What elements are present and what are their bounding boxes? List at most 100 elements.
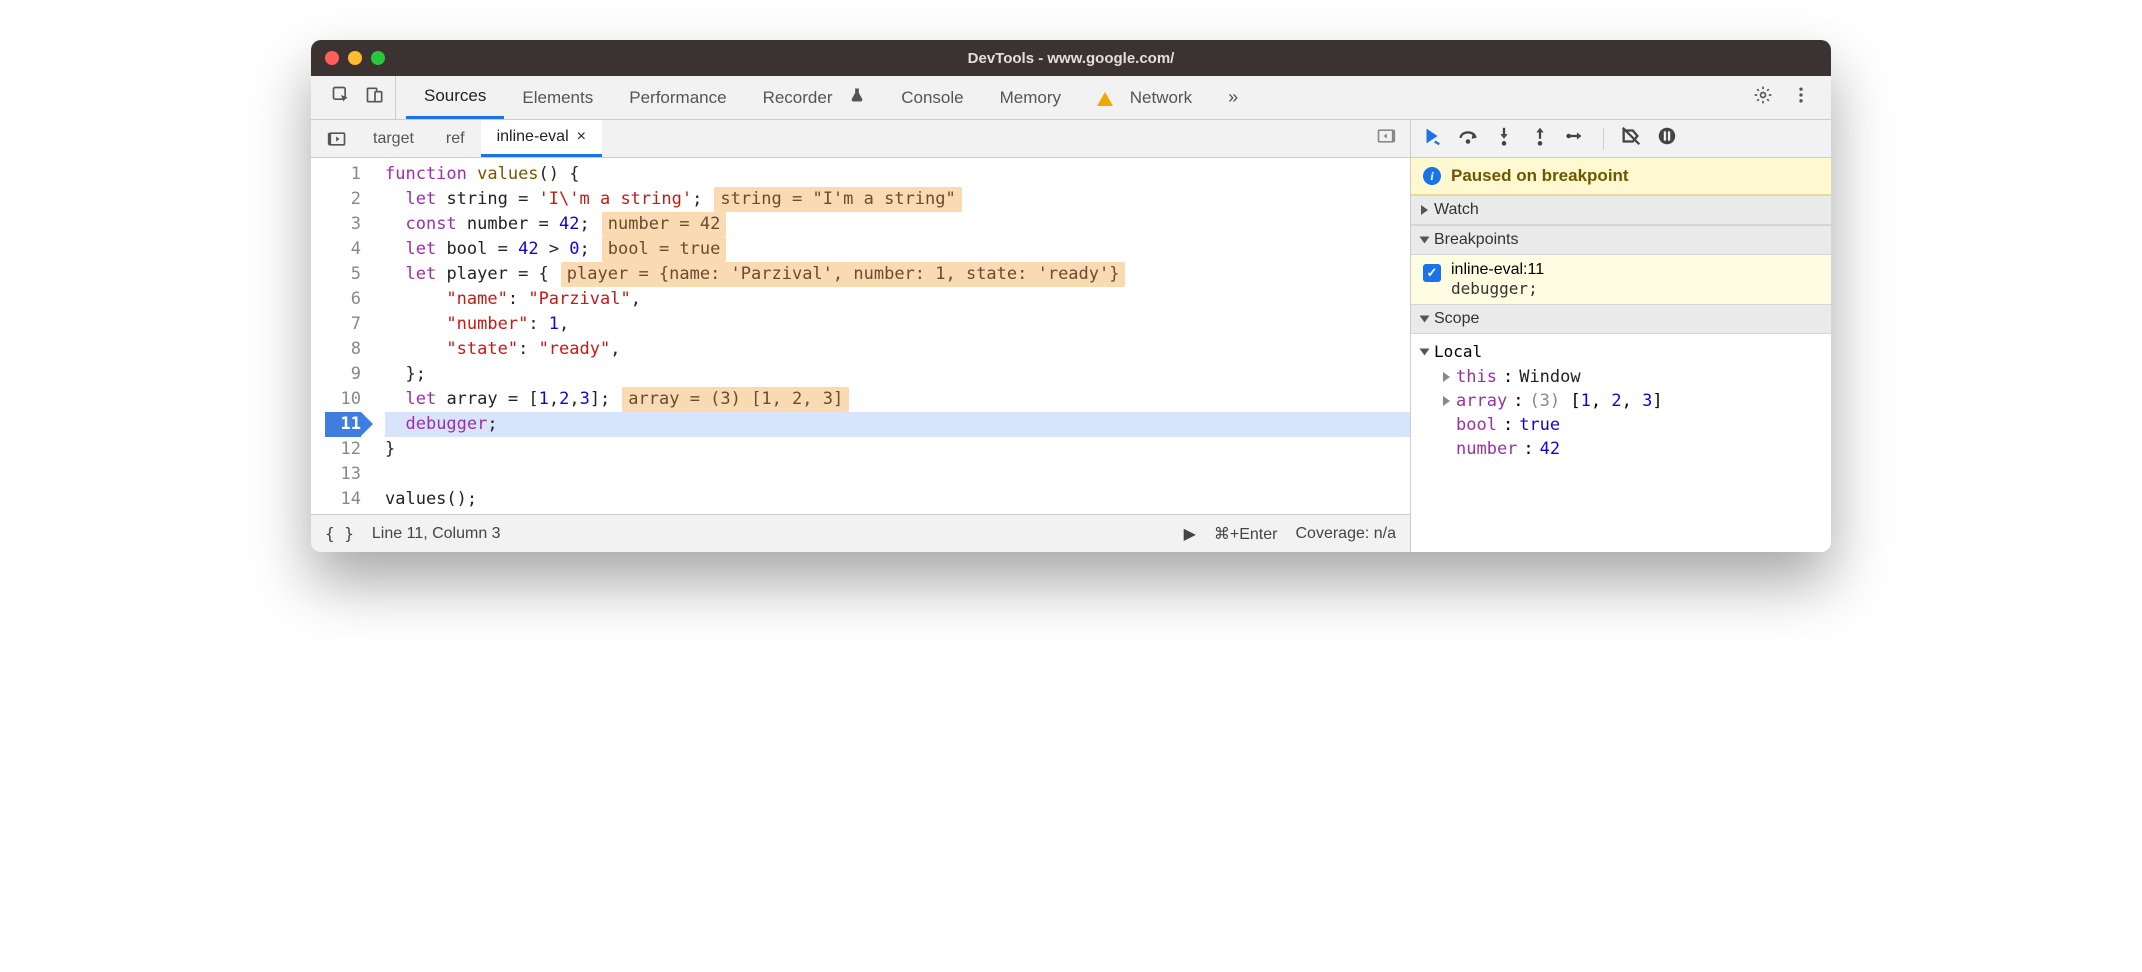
titlebar: DevTools - www.google.com/ — [311, 40, 1831, 76]
kebab-menu-icon[interactable] — [1791, 85, 1811, 110]
tab-network[interactable]: Network — [1079, 76, 1210, 119]
breakpoint-item[interactable]: inline-eval:11 debugger; — [1411, 255, 1831, 304]
chevron-right-icon — [1421, 205, 1428, 215]
line-number[interactable]: 3 — [325, 212, 361, 237]
close-file-icon[interactable]: × — [577, 129, 586, 145]
scope-pane-header[interactable]: Scope — [1411, 304, 1831, 334]
inline-value-hint: player = {name: 'Parzival', number: 1, s… — [561, 262, 1126, 287]
code-line[interactable]: let string = 'I\'m a string';string = "I… — [385, 187, 1410, 212]
run-snippet-icon[interactable]: ▶ — [1184, 524, 1196, 544]
more-files-icon[interactable] — [1376, 126, 1396, 151]
code-line[interactable]: "name": "Parzival", — [385, 287, 1410, 312]
chevron-down-icon — [1420, 316, 1430, 323]
watch-pane-header[interactable]: Watch — [1411, 195, 1831, 225]
settings-gear-icon[interactable] — [1753, 85, 1773, 110]
more-tabs-button[interactable]: » — [1210, 76, 1251, 119]
deactivate-breakpoints-icon[interactable] — [1620, 125, 1642, 152]
tab-console[interactable]: Console — [883, 76, 981, 119]
line-number[interactable]: 11 — [325, 412, 361, 437]
step-icon[interactable] — [1565, 125, 1587, 152]
devtools-window: DevTools - www.google.com/ Sources Eleme… — [311, 40, 1831, 552]
code-editor[interactable]: 1234567891011121314 function values() { … — [311, 158, 1410, 514]
code-content[interactable]: function values() { let string = 'I\'m a… — [369, 158, 1410, 514]
line-number[interactable]: 4 — [325, 237, 361, 262]
debugger-toolbar — [1411, 120, 1831, 158]
line-number[interactable]: 1 — [325, 162, 361, 187]
scope-variable-row[interactable]: this: Window — [1411, 365, 1831, 389]
file-tab-ref[interactable]: ref — [430, 120, 481, 157]
line-number[interactable]: 6 — [325, 287, 361, 312]
editor-statusbar: { } Line 11, Column 3 ▶ ⌘+Enter Coverage… — [311, 514, 1410, 552]
code-line[interactable]: let player = {player = {name: 'Parzival'… — [385, 262, 1410, 287]
code-line[interactable]: "number": 1, — [385, 312, 1410, 337]
step-out-icon[interactable] — [1529, 125, 1551, 152]
scope-local-header[interactable]: Local — [1411, 338, 1831, 365]
info-icon: i — [1423, 167, 1441, 185]
file-tab-inline-eval[interactable]: inline-eval × — [481, 120, 602, 157]
tab-elements[interactable]: Elements — [504, 76, 611, 119]
line-number[interactable]: 8 — [325, 337, 361, 362]
line-number[interactable]: 13 — [325, 462, 361, 487]
code-line[interactable]: let array = [1,2,3];array = (3) [1, 2, 3… — [385, 387, 1410, 412]
pause-on-exceptions-icon[interactable] — [1656, 125, 1678, 152]
inline-value-hint: number = 42 — [602, 212, 727, 237]
line-number[interactable]: 2 — [325, 187, 361, 212]
code-line[interactable] — [385, 462, 1410, 487]
maximize-window-button[interactable] — [371, 51, 385, 65]
inline-value-hint: array = (3) [1, 2, 3] — [622, 387, 849, 412]
scope-variable-row[interactable]: bool: true — [1411, 413, 1831, 437]
pretty-print-icon[interactable]: { } — [325, 524, 354, 543]
chevron-down-icon — [1420, 237, 1430, 244]
window-title: DevTools - www.google.com/ — [311, 50, 1831, 67]
device-toolbar-icon[interactable] — [365, 85, 385, 110]
line-number[interactable]: 12 — [325, 437, 361, 462]
tab-sources[interactable]: Sources — [406, 76, 504, 119]
step-into-icon[interactable] — [1493, 125, 1515, 152]
panel-tabbar: Sources Elements Performance Recorder Co… — [311, 76, 1831, 120]
navigator-toggle-icon[interactable] — [317, 120, 357, 157]
file-tabbar: target ref inline-eval × — [311, 120, 1410, 158]
inline-value-hint: bool = true — [602, 237, 727, 262]
file-tab-target[interactable]: target — [357, 120, 430, 157]
cursor-position-label: Line 11, Column 3 — [372, 525, 501, 543]
coverage-label: Coverage: n/a — [1295, 525, 1396, 543]
minimize-window-button[interactable] — [348, 51, 362, 65]
code-line[interactable]: function values() { — [385, 162, 1410, 187]
line-gutter[interactable]: 1234567891011121314 — [311, 158, 369, 514]
scope-variable-row[interactable]: array: (3) [1, 2, 3] — [1411, 389, 1831, 413]
code-line[interactable]: "state": "ready", — [385, 337, 1410, 362]
code-line[interactable]: const number = 42;number = 42 — [385, 212, 1410, 237]
warning-icon — [1097, 92, 1113, 106]
tab-performance[interactable]: Performance — [611, 76, 744, 119]
step-over-icon[interactable] — [1457, 125, 1479, 152]
inspect-element-icon[interactable] — [331, 85, 351, 110]
code-line[interactable]: values(); — [385, 487, 1410, 512]
inline-value-hint: string = "I'm a string" — [714, 187, 961, 212]
code-line[interactable]: }; — [385, 362, 1410, 387]
line-number[interactable]: 9 — [325, 362, 361, 387]
debugger-sidebar: i Paused on breakpoint Watch Breakpoints… — [1411, 120, 1831, 552]
breakpoints-pane-header[interactable]: Breakpoints — [1411, 225, 1831, 255]
line-number[interactable]: 14 — [325, 487, 361, 512]
panel-body: target ref inline-eval × 123456789101112… — [311, 120, 1831, 552]
flask-icon — [849, 87, 865, 108]
line-number[interactable]: 5 — [325, 262, 361, 287]
code-line[interactable]: } — [385, 437, 1410, 462]
paused-text: Paused on breakpoint — [1451, 166, 1629, 186]
paused-banner: i Paused on breakpoint — [1411, 158, 1831, 195]
chevron-right-icon — [1443, 372, 1450, 382]
tab-recorder[interactable]: Recorder — [745, 76, 884, 119]
code-line[interactable]: debugger; — [385, 412, 1410, 437]
code-line[interactable]: let bool = 42 > 0;bool = true — [385, 237, 1410, 262]
line-number[interactable]: 10 — [325, 387, 361, 412]
traffic-lights — [325, 51, 385, 65]
line-number[interactable]: 7 — [325, 312, 361, 337]
breakpoint-checkbox[interactable] — [1423, 264, 1441, 282]
scope-variable-row[interactable]: number: 42 — [1411, 437, 1831, 461]
tab-memory[interactable]: Memory — [982, 76, 1079, 119]
editor-area: target ref inline-eval × 123456789101112… — [311, 120, 1411, 552]
chevron-down-icon — [1420, 348, 1430, 355]
breakpoint-code-preview: debugger; — [1451, 279, 1544, 298]
resume-icon[interactable] — [1421, 125, 1443, 152]
close-window-button[interactable] — [325, 51, 339, 65]
